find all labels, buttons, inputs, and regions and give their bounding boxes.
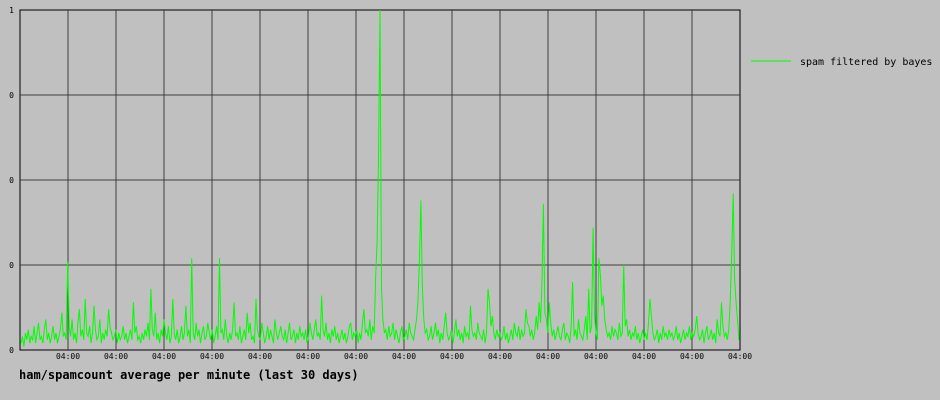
x-axis-ticks: 04:00 04:00 04:00 04:00 04:00 04:00 04:00 04:00… xyxy=(56,352,752,361)
legend: spam filtered by bayes xyxy=(751,57,932,68)
x-tick-label: 04:00 xyxy=(488,352,512,361)
y-tick-label: 0 xyxy=(9,346,14,355)
y-tick-label: 0 xyxy=(9,176,14,185)
x-tick-label: 04:00 xyxy=(152,352,176,361)
x-tick-label: 04:00 xyxy=(536,352,560,361)
y-tick-label: 0 xyxy=(9,91,14,100)
x-tick-label: 04:00 xyxy=(104,352,128,361)
x-tick-label: 04:00 xyxy=(584,352,608,361)
x-tick-label: 04:00 xyxy=(296,352,320,361)
x-tick-label: 04:00 xyxy=(200,352,224,361)
x-tick-label: 04:00 xyxy=(632,352,656,361)
y-tick-label: 0 xyxy=(9,261,14,270)
x-tick-label: 04:00 xyxy=(344,352,368,361)
y-axis-ticks: 0 0 0 0 1 xyxy=(9,6,14,355)
legend-label: spam filtered by bayes xyxy=(800,57,932,68)
x-tick-label: 04:00 xyxy=(248,352,272,361)
x-tick-label: 04:00 xyxy=(680,352,704,361)
x-tick-label: 04:00 xyxy=(728,352,752,361)
chart-svg: 00001 04:00 04:00 04:00 04:00 04:00 04:00 04:0… xyxy=(9,6,932,361)
y-tick-label: 1 xyxy=(9,6,14,15)
x-tick-label: 04:00 xyxy=(392,352,416,361)
x-tick-label: 04:00 xyxy=(56,352,80,361)
x-tick-label: 04:00 xyxy=(440,352,464,361)
chart-title: ham/spamcount average per minute (last 3… xyxy=(19,368,359,382)
